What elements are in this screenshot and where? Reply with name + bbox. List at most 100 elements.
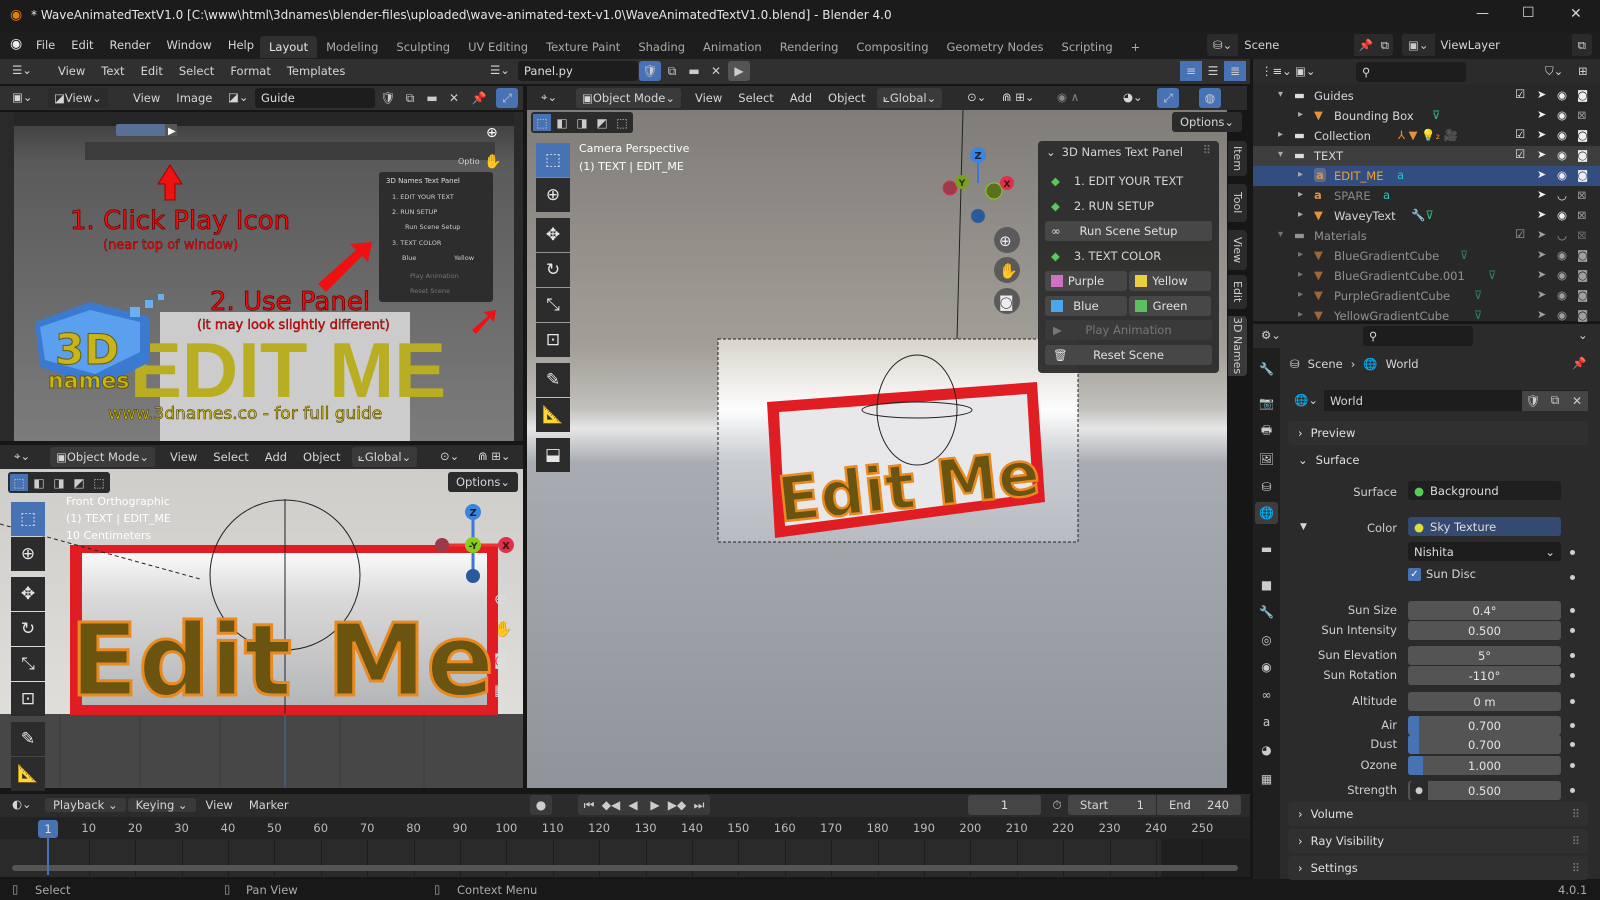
- color-blue-button[interactable]: Blue: [1045, 296, 1127, 316]
- run-scene-setup-button[interactable]: ∞ Run Scene Setup: [1045, 221, 1212, 241]
- cursor-tool-icon[interactable]: ⊕: [11, 537, 45, 571]
- selectable-arrow-icon[interactable]: ➤: [1537, 268, 1546, 281]
- keyframe-dot[interactable]: [1570, 723, 1575, 728]
- npanel-tab-view[interactable]: View: [1228, 230, 1247, 270]
- eye-icon[interactable]: ◉: [1557, 288, 1567, 302]
- keyframe-dot[interactable]: [1570, 653, 1575, 658]
- timeline-scrollbar[interactable]: [12, 865, 1238, 871]
- preview-section[interactable]: › Preview: [1288, 421, 1588, 445]
- workspace-tab-scripting[interactable]: Scripting: [1053, 36, 1122, 58]
- image-editor-type-icon[interactable]: ▣⌄: [12, 90, 33, 104]
- select-intersect-icon[interactable]: ⬚: [613, 114, 631, 131]
- gizmo-toggle-icon[interactable]: ⤢: [1157, 88, 1179, 108]
- section-ray-visibility[interactable]: › Ray Visibility ⠿: [1288, 829, 1588, 853]
- pin-icon[interactable]: 📌: [1354, 38, 1376, 52]
- menu-object[interactable]: Object: [820, 91, 873, 105]
- play-animation-button[interactable]: ▶ Play Animation: [1045, 320, 1212, 340]
- keyframe-dot[interactable]: [1570, 608, 1575, 613]
- move-tool-icon[interactable]: ✥: [11, 577, 45, 611]
- output-tab-icon[interactable]: 🖶: [1255, 420, 1278, 442]
- section-settings[interactable]: › Settings ⠿: [1288, 856, 1588, 880]
- selectable-arrow-icon[interactable]: ➤: [1537, 208, 1546, 221]
- selectable-arrow-icon[interactable]: ➤: [1537, 228, 1546, 241]
- outliner-row-bluegradientcube[interactable]: ▸ ▼ BlueGradientCube ⊽ ➤ ◉ ◙: [1253, 246, 1600, 266]
- disclosure-open-icon[interactable]: ▾: [1278, 89, 1283, 100]
- field-sun-size[interactable]: 0.4°: [1408, 601, 1561, 620]
- select-intersect-icon[interactable]: ⬚: [90, 474, 108, 491]
- view-layer-tab-icon[interactable]: 🖼: [1255, 448, 1278, 470]
- start-frame-field[interactable]: Start 1: [1068, 795, 1156, 815]
- eye-icon[interactable]: ◉: [1557, 308, 1567, 322]
- pivot-icon[interactable]: ⊙⌄: [440, 449, 459, 463]
- new-view-layer-icon[interactable]: ⧉: [1572, 38, 1592, 53]
- world-browse-icon[interactable]: 🌐⌄: [1288, 390, 1324, 411]
- outliner-type-icon[interactable]: ⋮≡⌄: [1261, 64, 1292, 78]
- selectable-arrow-icon[interactable]: ➤: [1537, 308, 1546, 321]
- snap-icon[interactable]: ⋒ ⊞⌄: [478, 449, 511, 463]
- playhead[interactable]: 1: [38, 820, 58, 838]
- view-layer-selector[interactable]: ▣⌄ ViewLayer ⧉: [1402, 34, 1592, 56]
- menu-marker[interactable]: Marker: [241, 798, 297, 812]
- outliner-row-materials[interactable]: ▾ ▬ Materials ☑ ➤ ◡ ⊠: [1253, 226, 1600, 246]
- current-frame-field[interactable]: 1: [968, 795, 1041, 815]
- drag-handle-icon[interactable]: ⠿: [1572, 861, 1580, 875]
- drag-handle-icon[interactable]: ⠿: [1572, 807, 1580, 821]
- eye-icon[interactable]: ◉: [1557, 248, 1567, 262]
- overlay-toggle-icon[interactable]: ◍: [1199, 88, 1221, 108]
- outliner-row-collection[interactable]: ▸ ▬ Collection ⅄ ▼ 💡₂ 🎥 ☑ ➤ ◉ ◙: [1253, 126, 1600, 146]
- menu-text[interactable]: Text: [93, 64, 132, 78]
- outliner-row-text[interactable]: ▾ ▬ TEXT ☑ ➤ ◉ ◙: [1253, 146, 1600, 166]
- workspace-tab-geometry-nodes[interactable]: Geometry Nodes: [938, 36, 1053, 58]
- menu-render[interactable]: Render: [102, 38, 159, 52]
- eye-icon[interactable]: ◉: [1557, 148, 1567, 162]
- unlink-world-icon[interactable]: ✕: [1566, 390, 1588, 411]
- measure-tool-icon[interactable]: 📐: [11, 757, 45, 791]
- render-camera-icon[interactable]: ◙: [1577, 308, 1588, 322]
- disclosure-open-icon[interactable]: ▾: [1278, 229, 1283, 240]
- menu-image[interactable]: Image: [168, 91, 220, 105]
- workspace-tab-texture-paint[interactable]: Texture Paint: [537, 36, 629, 58]
- outliner-row-edit-me[interactable]: ▸ a EDIT_ME a ➤ ◉ ◙: [1253, 166, 1600, 186]
- menu-format[interactable]: Format: [222, 64, 279, 78]
- image-view-dropdown[interactable]: ◪ View ⌄: [48, 88, 108, 108]
- text-file-field[interactable]: Panel.py: [518, 61, 638, 81]
- workspace-tab-layout[interactable]: Layout: [260, 36, 318, 58]
- collection-tab-icon[interactable]: ▬: [1255, 538, 1278, 560]
- menu-select[interactable]: Select: [730, 91, 781, 105]
- move-tool-icon[interactable]: ✥: [536, 218, 570, 252]
- properties-type-icon[interactable]: ⚙⌄: [1261, 328, 1281, 342]
- selectable-arrow-icon[interactable]: ➤: [1537, 128, 1546, 141]
- color-input-field[interactable]: ● Sky Texture: [1408, 517, 1561, 536]
- eye-icon[interactable]: ◉: [1557, 108, 1567, 122]
- color-yellow-button[interactable]: Yellow: [1129, 271, 1211, 291]
- npanel-tab-3d-names[interactable]: 3D Names: [1228, 316, 1247, 376]
- workspace-tab-modeling[interactable]: Modeling: [317, 36, 387, 58]
- image-browse-icon[interactable]: ◪⌄: [228, 90, 249, 104]
- selectable-arrow-icon[interactable]: ➤: [1537, 108, 1546, 121]
- add-cube-tool-icon[interactable]: ⬓: [536, 438, 570, 472]
- surface-section[interactable]: ⌄ Surface: [1288, 448, 1588, 472]
- selectable-arrow-icon[interactable]: ➤: [1537, 88, 1546, 101]
- world-selector[interactable]: 🌐⌄ World 🛡 ⧉ ✕: [1288, 390, 1588, 411]
- keyframe-dot[interactable]: [1570, 628, 1575, 633]
- eye-closed-icon[interactable]: ◡: [1557, 228, 1567, 242]
- field-ozone[interactable]: 1.000: [1408, 756, 1561, 775]
- text-browse-icon[interactable]: ☰⌄: [490, 63, 510, 77]
- word-wrap-icon[interactable]: ☰: [1202, 61, 1224, 81]
- viewport-editor-type-icon[interactable]: ⌖⌄: [14, 449, 30, 464]
- disclosure-closed-icon[interactable]: ▸: [1298, 249, 1303, 260]
- workspace-tab-shading[interactable]: Shading: [629, 36, 694, 58]
- gizmo-toggle-icon[interactable]: ⤢: [496, 88, 518, 108]
- render-camera-icon[interactable]: ◙: [1577, 148, 1588, 162]
- view-layer-name[interactable]: ViewLayer: [1434, 34, 1572, 56]
- selectable-arrow-icon[interactable]: ➤: [1537, 148, 1546, 161]
- field-air[interactable]: 0.700: [1408, 716, 1561, 735]
- menu-object[interactable]: Object: [295, 450, 348, 464]
- keyframe-dot[interactable]: [1570, 788, 1575, 793]
- keyframe-dot[interactable]: [1570, 550, 1575, 555]
- eye-icon[interactable]: ◉: [1557, 128, 1567, 142]
- render-disabled-icon[interactable]: ⊠: [1577, 108, 1587, 122]
- render-camera-icon[interactable]: ◙: [1577, 88, 1588, 102]
- menu-select[interactable]: Select: [171, 64, 222, 78]
- rotate-tool-icon[interactable]: ↻: [536, 253, 570, 287]
